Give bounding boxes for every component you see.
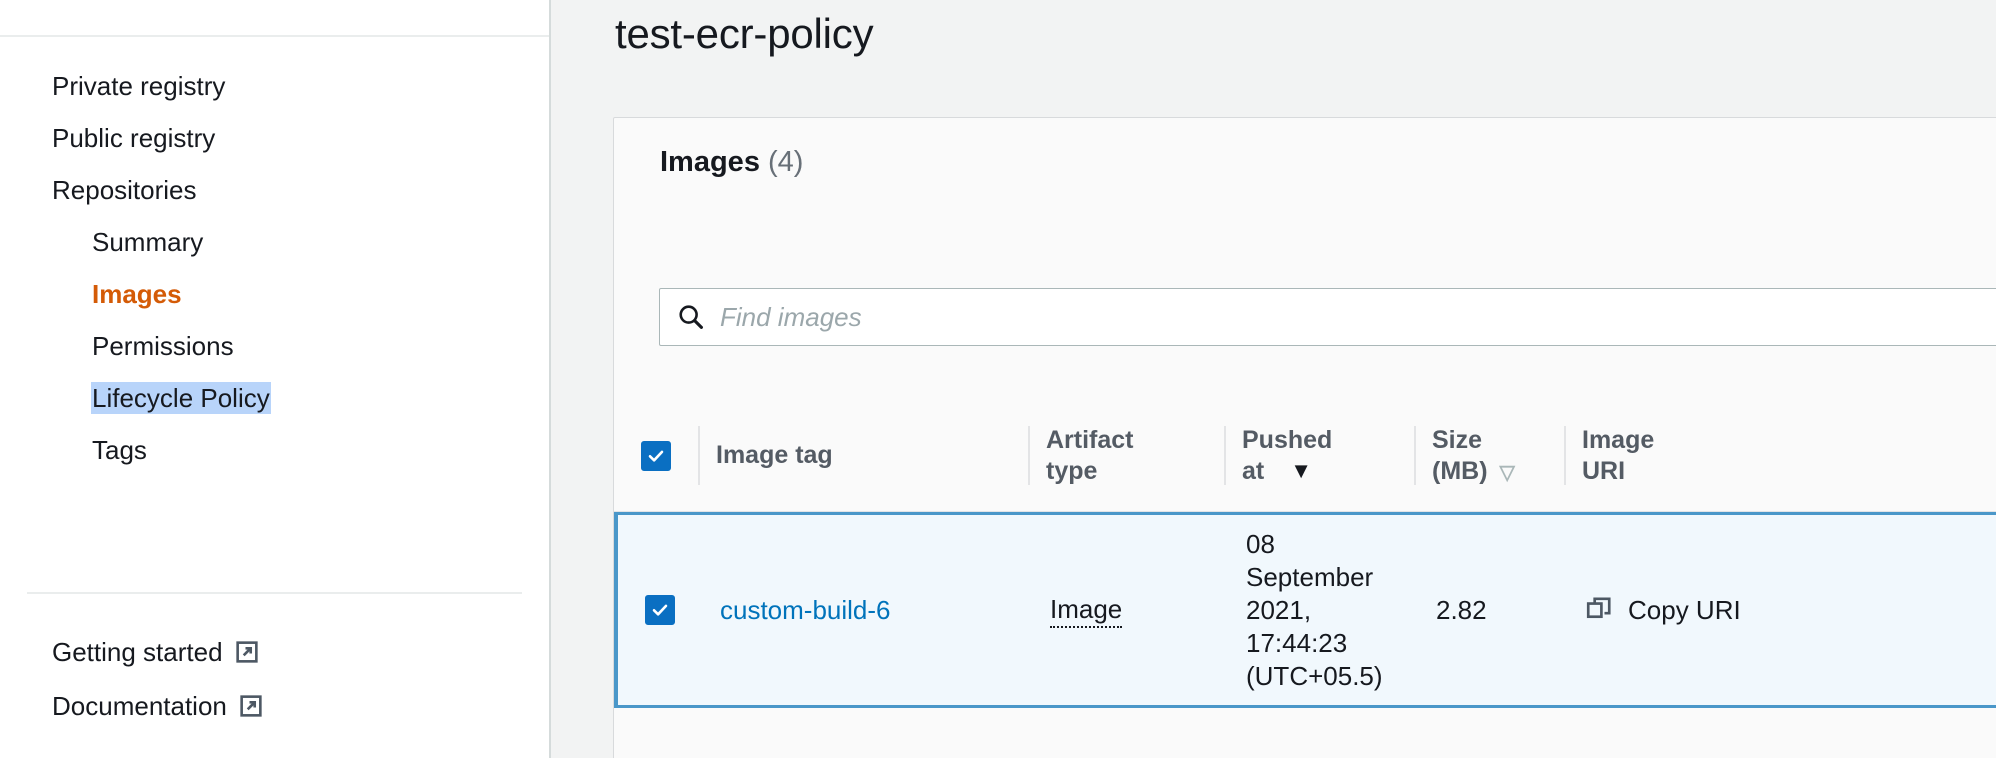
column-divider	[1224, 426, 1226, 485]
row-checkbox[interactable]	[645, 595, 675, 625]
sidebar-item-private-registry[interactable]: Private registry	[0, 60, 549, 112]
column-header-image-tag[interactable]: Image tag	[698, 400, 1028, 511]
images-table-header: Image tag Artifact type Pushed at ▼ Size…	[614, 400, 1996, 512]
images-panel: Images (4) Find images Image tag Artifac…	[613, 117, 1996, 758]
copy-icon	[1586, 596, 1614, 624]
cell-size-mb: 2.82	[1418, 515, 1568, 705]
cell-image-tag: custom-build-6	[702, 515, 1032, 705]
row-select-cell	[618, 515, 702, 705]
app-root: Private registry Public registry Reposit…	[0, 0, 1996, 758]
cell-image-uri: Copy URI	[1568, 515, 1996, 705]
sidebar-item-label: Lifecycle Policy	[92, 383, 270, 413]
external-link-icon	[235, 641, 258, 663]
copy-uri-button[interactable]: Copy URI	[1586, 594, 1741, 627]
sidebar-item-summary[interactable]: Summary	[0, 216, 549, 268]
select-all-checkbox[interactable]	[641, 440, 671, 471]
sidebar-item-label: Public registry	[52, 123, 216, 153]
cell-pushed-at: 08 September 2021, 17:44:23 (UTC+05.5)	[1228, 515, 1418, 705]
artifact-type-value[interactable]: Image	[1050, 593, 1123, 628]
column-header-label-line2: at	[1242, 456, 1265, 485]
column-header-label-line1: Pushed	[1242, 425, 1333, 454]
column-header-image-uri[interactable]: Image URI	[1564, 400, 1996, 511]
column-divider	[1414, 426, 1416, 485]
column-divider	[1564, 426, 1566, 485]
search-icon	[678, 304, 704, 330]
sidebar-top-divider	[0, 35, 549, 37]
sidebar-item-permissions[interactable]: Permissions	[0, 320, 549, 372]
images-count-badge: (4)	[768, 146, 804, 178]
column-header-label: Artifact type	[1046, 425, 1134, 487]
sidebar-footer-label: Documentation	[52, 691, 227, 721]
sidebar-footer-label: Getting started	[52, 637, 223, 667]
column-header-pushed-at[interactable]: Pushed at ▼	[1224, 400, 1414, 511]
sidebar-item-label: Permissions	[92, 331, 234, 361]
sidebar-item-label: Private registry	[52, 71, 226, 101]
images-panel-header: Images (4)	[660, 145, 803, 179]
column-header-label-line2: URI	[1582, 456, 1626, 485]
sidebar-item-label: Images	[92, 279, 182, 309]
page-title: test-ecr-policy	[615, 10, 874, 57]
column-header-label-line1: Image	[1582, 425, 1655, 454]
search-input[interactable]	[720, 302, 1996, 332]
table-row[interactable]: custom-build-6 Image 08 September 2021, …	[614, 512, 1996, 708]
column-header-size-mb[interactable]: Size (MB) ▽	[1414, 400, 1564, 511]
sidebar-item-label: Tags	[92, 435, 147, 465]
select-all-header-cell	[614, 400, 698, 511]
sidebar-item-repositories[interactable]: Repositories	[0, 164, 549, 216]
external-link-icon	[240, 695, 262, 717]
column-divider	[698, 426, 700, 485]
main-content: test-ecr-policy Images (4) Find images I…	[551, 0, 1996, 758]
sidebar-nav-list: Private registry Public registry Reposit…	[0, 60, 549, 476]
sidebar-item-images[interactable]: Images	[0, 268, 549, 320]
column-header-artifact-type[interactable]: Artifact type	[1028, 400, 1224, 511]
column-header-label-line1: Size	[1432, 425, 1483, 454]
sidebar-item-tags[interactable]: Tags	[0, 424, 549, 476]
images-panel-title: Images	[660, 146, 760, 178]
search-images-box[interactable]	[659, 288, 1996, 346]
images-table: Image tag Artifact type Pushed at ▼ Size…	[614, 400, 1996, 758]
pushed-at-value: 08 September 2021, 17:44:23 (UTC+05.5)	[1246, 528, 1383, 691]
sidebar-item-label: Summary	[92, 227, 204, 257]
column-header-label-line2: type	[1046, 456, 1098, 485]
sidebar-link-documentation[interactable]: Documentation	[0, 679, 549, 733]
column-header-label: Image tag	[716, 441, 833, 469]
column-header-label: Pushed at ▼	[1242, 425, 1332, 487]
copy-uri-label: Copy URI	[1628, 594, 1741, 625]
sidebar-item-label: Repositories	[52, 175, 197, 205]
sidebar-link-getting-started[interactable]: Getting started	[0, 625, 549, 679]
sort-inactive-icon[interactable]: ▽	[1500, 462, 1515, 484]
cell-artifact-type: Image	[1032, 515, 1228, 705]
sidebar-item-lifecycle-policy[interactable]: Lifecycle Policy	[0, 372, 549, 424]
column-header-label: Image URI	[1582, 425, 1654, 487]
sidebar-section-divider	[27, 592, 522, 594]
column-header-label: Size (MB) ▽	[1432, 425, 1515, 487]
sidebar: Private registry Public registry Reposit…	[0, 0, 551, 758]
size-mb-value: 2.82	[1436, 594, 1487, 625]
image-tag-link[interactable]: custom-build-6	[720, 594, 891, 627]
column-divider	[1028, 426, 1030, 485]
sort-descending-icon[interactable]: ▼	[1290, 460, 1312, 482]
column-header-label-line1: Artifact	[1046, 425, 1134, 454]
sidebar-item-public-registry[interactable]: Public registry	[0, 112, 549, 164]
column-header-label-line2: (MB)	[1432, 456, 1488, 485]
sidebar-footer-list: Getting started Documentation	[0, 625, 549, 733]
